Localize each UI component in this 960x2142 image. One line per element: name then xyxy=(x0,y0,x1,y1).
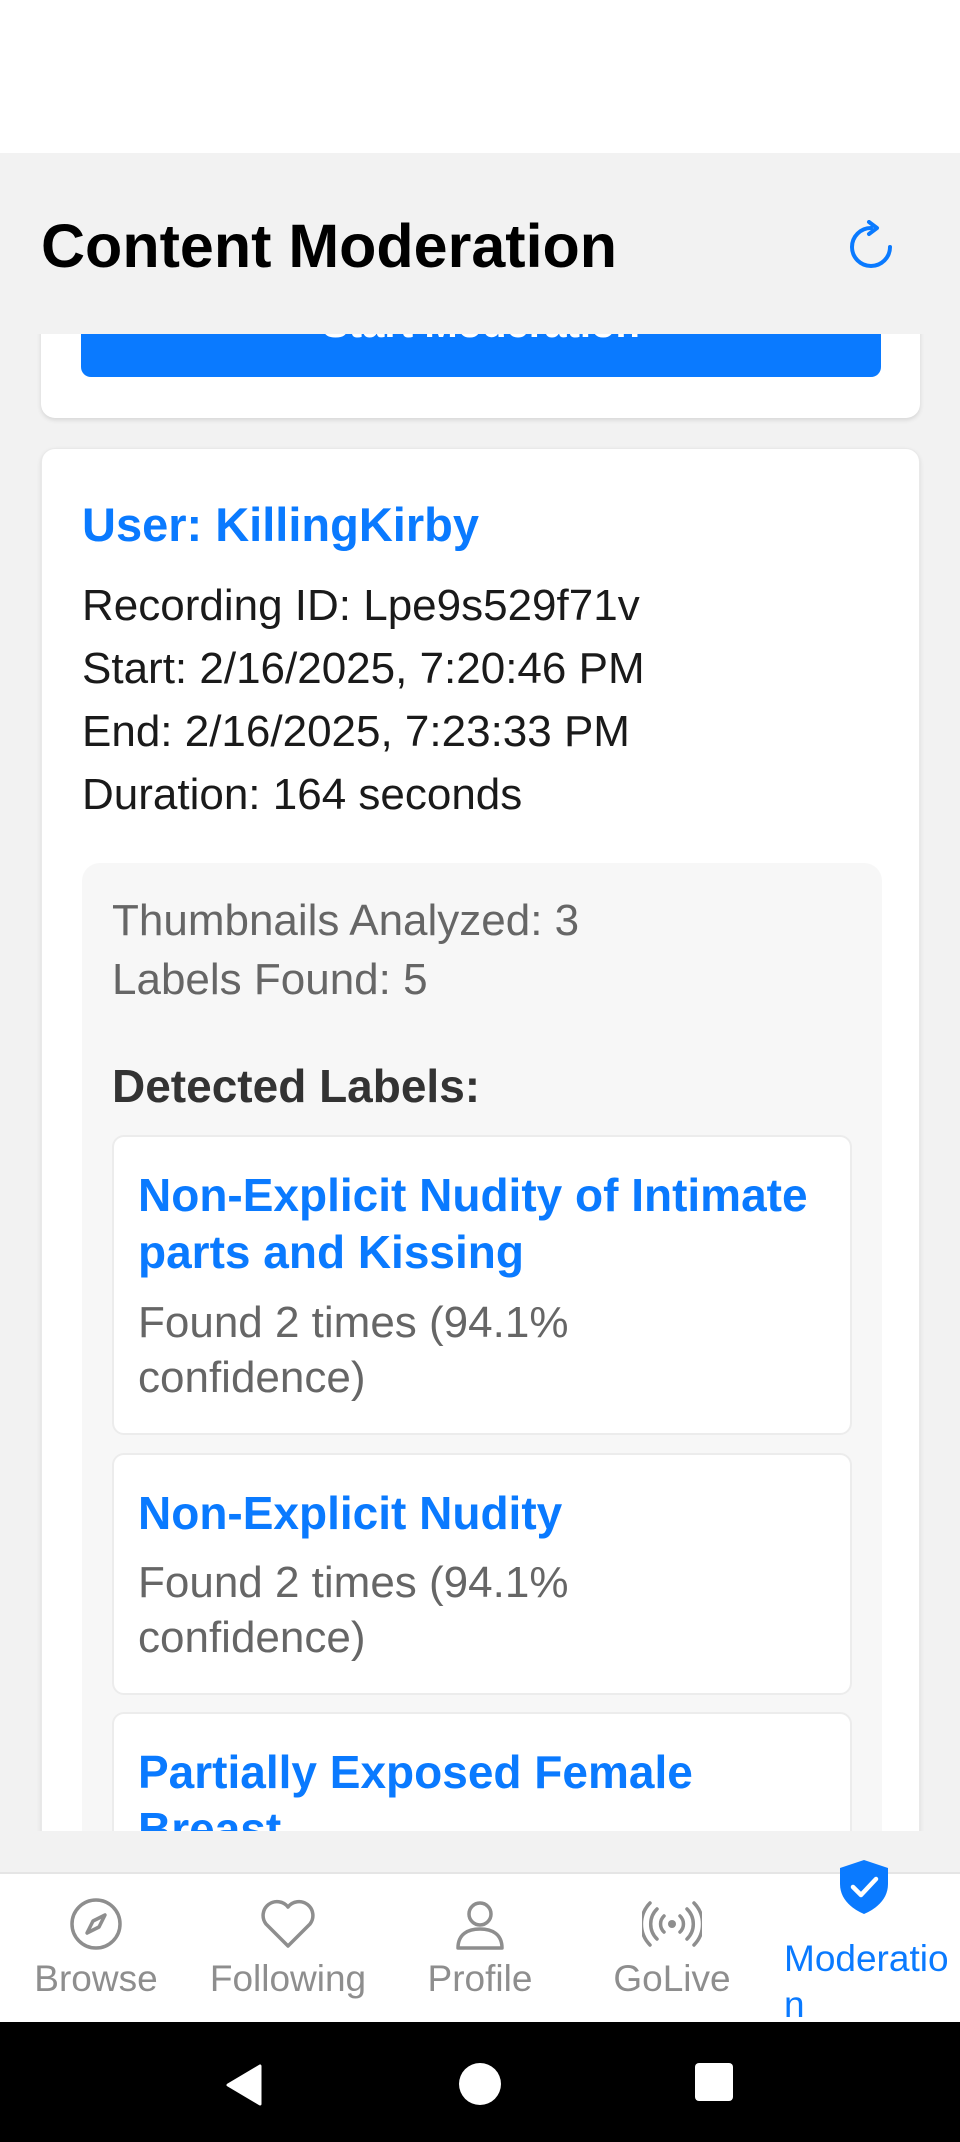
heart-icon xyxy=(261,1899,315,1948)
label-item: Non-Explicit Nudity of Intimate parts an… xyxy=(112,1135,852,1435)
previous-recording-card: Start Moderation xyxy=(41,334,920,418)
refresh-button[interactable] xyxy=(843,218,899,274)
thumbnails-analyzed: Thumbnails Analyzed: 3 xyxy=(112,896,580,945)
refresh-icon xyxy=(850,220,892,268)
home-icon[interactable] xyxy=(458,2062,502,2106)
nav-label: GoLive xyxy=(613,1958,731,1999)
nav-label: Profile xyxy=(427,1958,533,1999)
labels-found: Labels Found: 5 xyxy=(112,955,428,1004)
label-name: Non-Explicit Nudity xyxy=(138,1487,563,1539)
status-bar xyxy=(0,0,960,153)
recording-user: User: KillingKirby xyxy=(82,498,479,551)
person-icon xyxy=(456,1901,504,1950)
label-item: Partially Exposed Female Breast xyxy=(112,1712,852,1831)
recording-duration: Duration: 164 seconds xyxy=(82,770,523,819)
back-icon[interactable] xyxy=(222,2062,268,2108)
app-screen: Content Moderation Start Moderation User… xyxy=(0,153,960,1873)
label-meta: Found 2 times (94.1% confidence) xyxy=(138,1558,569,1662)
recents-icon[interactable] xyxy=(694,2062,734,2102)
label-item: Non-Explicit Nudity Found 2 times (94.1%… xyxy=(112,1453,852,1695)
start-moderation-button[interactable]: Start Moderation xyxy=(81,334,881,377)
compass-icon xyxy=(70,1898,122,1950)
shield-check-icon xyxy=(840,1860,888,1914)
page-title: Content Moderation xyxy=(41,212,618,280)
recordings-list[interactable]: Start Moderation User: KillingKirby Reco… xyxy=(0,334,960,1831)
nav-golive[interactable]: GoLive xyxy=(576,1874,768,2024)
nav-label: Moderation xyxy=(784,1938,949,2025)
broadcast-icon xyxy=(642,1901,702,1947)
nav-profile[interactable]: Profile xyxy=(384,1874,576,2024)
detected-labels-heading: Detected Labels: xyxy=(112,1060,481,1112)
recording-start: Start: 2/16/2025, 7:20:46 PM xyxy=(82,644,645,693)
nav-label: Following xyxy=(209,1958,367,1999)
nav-following[interactable]: Following xyxy=(192,1874,384,2024)
nav-moderation[interactable]: Moderation xyxy=(768,1860,960,2025)
system-navigation-bar xyxy=(0,2022,960,2142)
label-meta: Found 2 times (94.1% confidence) xyxy=(138,1298,569,1402)
recording-id: Recording ID: Lpe9s529f71v xyxy=(82,581,640,630)
recording-card: User: KillingKirby Recording ID: Lpe9s52… xyxy=(41,448,920,1831)
bottom-nav: Browse Following Profile GoLive Moderati… xyxy=(0,1860,960,2025)
label-name: Partially Exposed Female Breast xyxy=(138,1746,693,1831)
header: Content Moderation xyxy=(0,153,960,334)
label-name: Non-Explicit Nudity of Intimate parts an… xyxy=(138,1169,808,1278)
recording-end: End: 2/16/2025, 7:23:33 PM xyxy=(82,707,630,756)
nav-browse[interactable]: Browse xyxy=(0,1874,192,2024)
moderation-results: Thumbnails Analyzed: 3 Labels Found: 5 D… xyxy=(82,863,882,1831)
nav-label: Browse xyxy=(34,1958,158,1999)
